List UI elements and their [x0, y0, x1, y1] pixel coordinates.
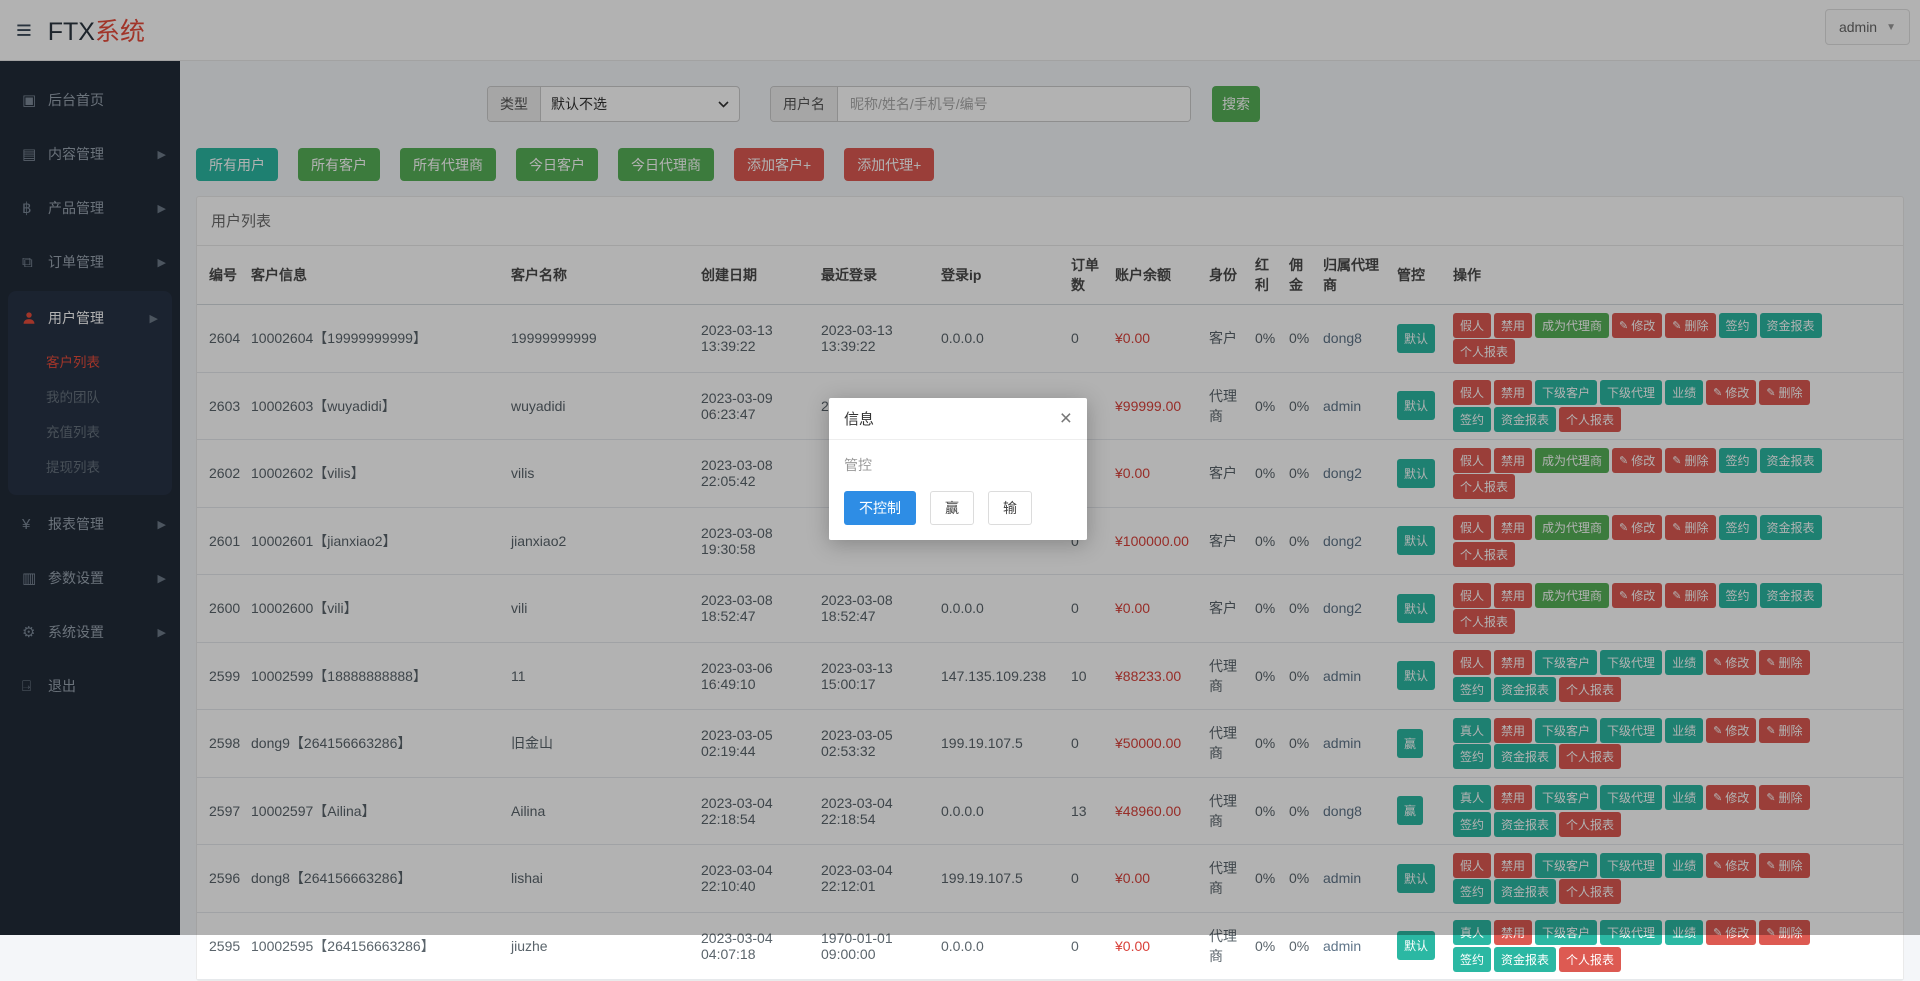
contract-button[interactable]: 签约 [1453, 947, 1491, 972]
funds-report-button[interactable]: 资金报表 [1494, 947, 1556, 972]
control-badge[interactable]: 默认 [1397, 931, 1435, 960]
close-icon[interactable]: × [1060, 408, 1072, 429]
modal-footer: 不控制 赢 输 [829, 479, 1087, 540]
win-button[interactable]: 赢 [930, 491, 974, 525]
no-control-button[interactable]: 不控制 [844, 491, 916, 525]
personal-report-button[interactable]: 个人报表 [1559, 947, 1621, 972]
modal-header: 信息 × [829, 398, 1087, 440]
modal-control-label: 管控 [829, 440, 1087, 479]
modal-title: 信息 [844, 408, 874, 429]
control-modal: 信息 × 管控 不控制 赢 输 [829, 398, 1087, 540]
lose-button[interactable]: 输 [988, 491, 1032, 525]
